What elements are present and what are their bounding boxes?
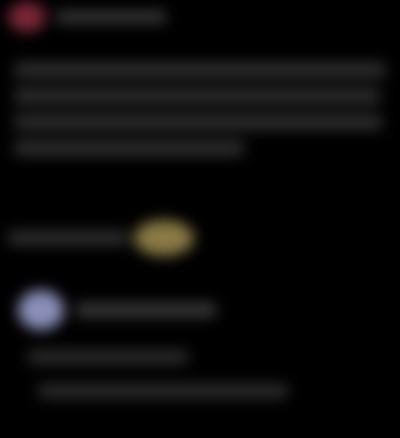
reply-title: [76, 303, 216, 317]
reply-text-line: [38, 384, 288, 398]
avatar[interactable]: [8, 2, 46, 32]
post-text-line: [14, 114, 382, 130]
post-actions: [8, 220, 194, 256]
post-header: [8, 2, 166, 32]
post-text-line: [14, 88, 380, 104]
blurred-post-view: [0, 0, 400, 438]
post-text-line: [14, 140, 244, 156]
post-text-line: [14, 62, 386, 78]
action-label: [8, 231, 128, 245]
post-body: [14, 62, 386, 166]
reply-item: [18, 290, 388, 398]
reply-text-line: [28, 350, 188, 364]
avatar[interactable]: [18, 290, 64, 330]
award-icon[interactable]: [134, 220, 194, 256]
reply-header: [18, 290, 388, 330]
post-title: [56, 11, 166, 23]
